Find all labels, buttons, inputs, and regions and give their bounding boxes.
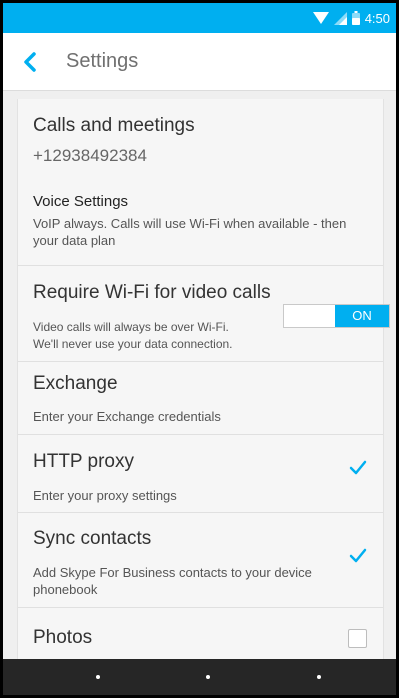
voice-settings-description-line2: your data plan: [33, 233, 116, 248]
phone-number: +12938492384: [33, 146, 147, 165]
nav-recents-button[interactable]: [317, 675, 321, 679]
page-title: Settings: [66, 50, 139, 72]
photos-title: Photos: [33, 627, 93, 648]
navigation-bar: [3, 659, 396, 695]
checkmark-icon: [349, 460, 367, 475]
require-wifi-title: Require Wi-Fi for video calls: [33, 282, 271, 303]
divider: [18, 434, 383, 435]
nav-back-button[interactable]: [96, 675, 100, 679]
battery-icon: [351, 11, 360, 25]
calls-title: Calls and meetings: [33, 115, 195, 136]
status-bar: 4:50: [3, 3, 396, 33]
http-proxy-checkbox[interactable]: [348, 460, 367, 479]
require-wifi-description-line2: We'll never use your data connection.: [33, 337, 233, 351]
sync-contacts-description-line2: phonebook: [33, 582, 98, 597]
sync-contacts-title: Sync contacts: [33, 528, 152, 549]
app-bar: Settings: [3, 33, 396, 91]
exchange-description: Enter your Exchange credentials: [33, 409, 221, 424]
phone-screen: 4:50 Settings Calls and meetings +129384…: [3, 3, 396, 695]
divider: [18, 361, 383, 362]
photos-checkbox[interactable]: [348, 629, 367, 648]
http-proxy-title: HTTP proxy: [33, 451, 135, 472]
exchange-title: Exchange: [33, 373, 118, 394]
chevron-left-icon[interactable]: [23, 52, 37, 72]
sync-contacts-checkbox[interactable]: [348, 548, 367, 567]
divider: [18, 265, 383, 266]
http-proxy-description: Enter your proxy settings: [33, 488, 177, 503]
sync-contacts-description-line1: Add Skype For Business contacts to your …: [33, 565, 312, 580]
wifi-video-toggle[interactable]: ON: [283, 304, 390, 328]
checkmark-icon: [349, 548, 367, 563]
toggle-on-label: ON: [335, 305, 389, 327]
nav-home-button[interactable]: [206, 675, 210, 679]
status-time: 4:50: [364, 10, 390, 26]
divider: [18, 607, 383, 608]
voice-settings-title: Voice Settings: [33, 193, 129, 210]
divider: [18, 512, 383, 513]
require-wifi-description-line1: Video calls will always be over Wi-Fi.: [33, 320, 229, 334]
settings-list: Calls and meetings +12938492384 Voice Se…: [17, 99, 390, 659]
wifi-icon: [312, 12, 329, 24]
voice-settings-description-line1: VoIP always. Calls will use Wi-Fi when a…: [33, 216, 347, 231]
cell-signal-icon: [333, 11, 347, 25]
